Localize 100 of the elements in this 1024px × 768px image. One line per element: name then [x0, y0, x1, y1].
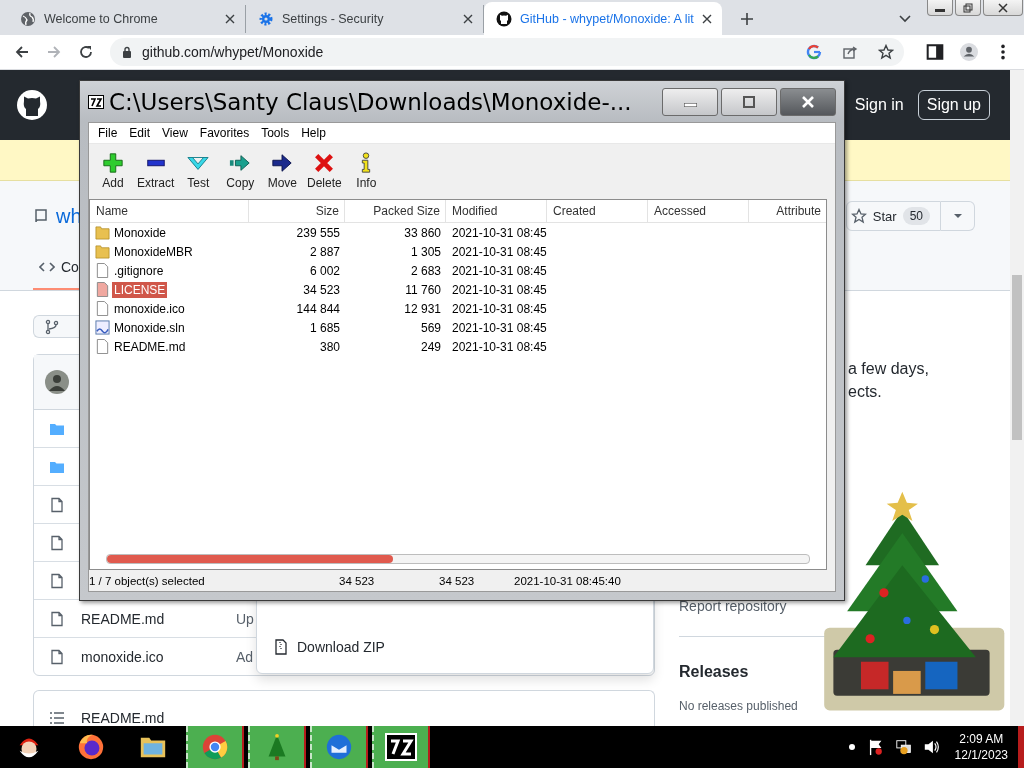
tab-label: Co — [61, 259, 79, 275]
menu-item[interactable]: Edit — [124, 126, 156, 140]
address-field[interactable]: github.com/whypet/Monoxide — [110, 38, 904, 66]
clock[interactable]: 2:09 AM 12/1/2023 — [954, 731, 1008, 763]
column-header[interactable]: Size — [249, 200, 345, 222]
scrollbar[interactable] — [106, 554, 810, 564]
sign-up-button[interactable]: Sign up — [917, 90, 990, 120]
status-text: 2021-10-31 08:45:40 — [514, 574, 622, 587]
restore-button[interactable] — [955, 0, 981, 16]
minimize-icon — [683, 102, 697, 107]
taskbar-app[interactable] — [372, 726, 430, 768]
column-header[interactable]: Packed Size — [345, 200, 446, 222]
menu-item[interactable]: Favorites — [194, 126, 255, 140]
close-button[interactable] — [780, 87, 836, 116]
new-tab-icon[interactable] — [740, 12, 754, 26]
volume-icon[interactable] — [922, 738, 941, 756]
file-icon — [95, 263, 110, 278]
file-name[interactable]: Monoxide.sln — [112, 319, 187, 336]
table-cell-text: 380 — [318, 339, 341, 354]
side-panel-icon[interactable] — [926, 43, 944, 61]
column-header[interactable]: Created — [547, 200, 648, 222]
close-icon[interactable] — [702, 13, 712, 24]
star-count: 50 — [902, 207, 930, 225]
github-logo-icon[interactable] — [16, 89, 48, 121]
zip-file-icon — [275, 639, 287, 655]
branch-button[interactable] — [33, 315, 79, 338]
report-link[interactable]: Report repository — [679, 598, 787, 614]
chevron-icon[interactable] — [899, 15, 911, 23]
commit-message[interactable]: Ad — [236, 648, 254, 665]
toolbar-button[interactable]: Test — [177, 151, 220, 190]
share-icon[interactable] — [842, 44, 858, 60]
table-cell-text: 2021-10-31 08:45 — [451, 301, 547, 316]
avatar-icon — [45, 370, 69, 394]
menu-item[interactable]: Help — [296, 126, 331, 140]
sign-in-link[interactable]: Sign in — [854, 96, 904, 114]
toolbar-button[interactable]: Delete — [303, 151, 346, 190]
close-icon[interactable] — [225, 14, 235, 24]
menu-item[interactable]: File — [93, 126, 123, 140]
table-cell-text: 2021-10-31 08:45 — [451, 263, 547, 278]
star-icon[interactable] — [878, 44, 894, 60]
toolbar-button[interactable]: Extract — [134, 151, 178, 190]
close-button[interactable] — [983, 0, 1023, 16]
file-name[interactable]: README.md — [112, 338, 188, 355]
browser-tab[interactable]: Welcome to Chrome — [8, 5, 246, 33]
table-cell-text: 144 844 — [295, 301, 341, 316]
file-name[interactable]: .gitignore — [112, 262, 166, 279]
star-button[interactable]: Star 50 — [845, 201, 941, 231]
file-name[interactable]: Monoxide — [112, 224, 169, 241]
maximize-icon — [741, 95, 757, 108]
star-label: Star — [872, 208, 897, 224]
status-text: 34 523 — [439, 574, 476, 587]
profile-icon[interactable] — [960, 43, 978, 61]
column-header[interactable]: Attribute — [749, 200, 826, 222]
column-header[interactable]: Accessed — [648, 200, 749, 222]
minimize-icon — [935, 8, 945, 12]
table-cell-text: 2021-10-31 08:45 — [451, 244, 547, 259]
toolbar-button[interactable]: Add — [92, 151, 134, 190]
releases-heading[interactable]: Releases — [679, 663, 749, 681]
toolbar-button[interactable]: Info — [345, 151, 388, 190]
column-header[interactable]: Modified — [446, 200, 547, 222]
file-name[interactable]: README.md — [81, 610, 221, 627]
file-icon — [49, 648, 65, 665]
table-cell-text: 6 002 — [308, 263, 341, 278]
file-name[interactable]: monoxide.ico — [81, 648, 221, 665]
delete-icon — [313, 151, 336, 174]
google-icon[interactable] — [806, 44, 822, 60]
arrow-icon — [271, 151, 294, 174]
star-dropdown[interactable] — [941, 201, 975, 231]
close-icon — [800, 95, 816, 108]
table-cell-text: 2 683 — [409, 263, 442, 278]
file-icon — [49, 572, 65, 589]
globe-icon — [20, 11, 36, 27]
download-zip-item[interactable]: Download ZIP — [257, 639, 401, 673]
app-icon — [88, 94, 104, 109]
list-icon[interactable] — [49, 710, 65, 726]
status-text: 34 523 — [339, 574, 376, 587]
file-name[interactable]: LICENSE — [112, 281, 168, 298]
network-icon[interactable] — [894, 738, 913, 756]
back-icon[interactable] — [14, 44, 30, 60]
table-cell-text: 2021-10-31 08:45 — [451, 339, 547, 354]
maximize-button[interactable] — [721, 87, 777, 116]
scrollbar[interactable] — [1010, 70, 1024, 726]
reload-icon[interactable] — [78, 44, 94, 60]
toolbar-button[interactable]: Move — [261, 151, 304, 190]
file-name[interactable]: monoxide.ico — [112, 300, 187, 317]
close-icon[interactable] — [463, 14, 473, 24]
menu-item[interactable]: View — [157, 126, 193, 140]
file-icon — [49, 610, 65, 627]
table-cell-text: 34 523 — [302, 282, 341, 297]
toolbar-button[interactable]: Copy — [219, 151, 262, 190]
repo-icon — [33, 208, 49, 224]
column-header[interactable]: Name — [90, 200, 249, 222]
commit-message[interactable]: Up — [236, 610, 254, 627]
file-name[interactable]: MonoxideMBR — [112, 243, 195, 260]
menu-item[interactable]: Tools — [256, 126, 295, 140]
minimize-button[interactable] — [927, 0, 953, 16]
table-cell-text: 2021-10-31 08:45 — [451, 282, 547, 297]
file-icon — [95, 282, 110, 297]
table-cell-text: 11 760 — [404, 282, 442, 297]
browser-tab[interactable]: GitHub - whypet/Monoxide: A lit — [484, 2, 722, 35]
